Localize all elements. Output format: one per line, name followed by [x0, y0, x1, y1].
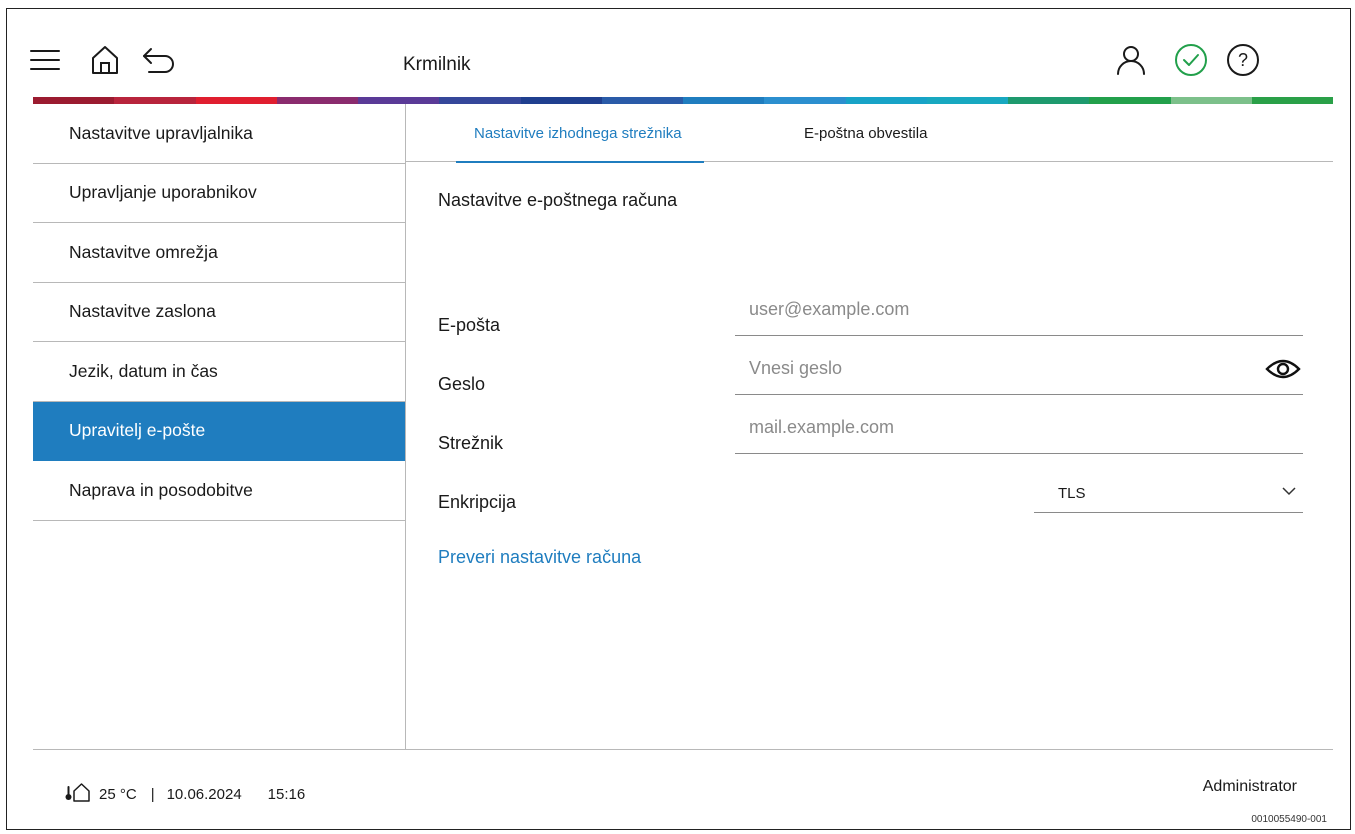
- color-segment: [845, 97, 927, 104]
- server-label: Strežnik: [438, 433, 504, 453]
- sidebar: Nastavitve upravljalnika Upravljanje upor…: [33, 104, 406, 749]
- home-icon[interactable]: [87, 42, 123, 78]
- color-segment: [358, 97, 440, 104]
- color-segment: [601, 97, 683, 104]
- user-icon[interactable]: [1113, 42, 1149, 78]
- sidebar-item[interactable]: Nastavitve omrežja: [33, 223, 405, 283]
- main-content: Nastavitve izhodnega strežnika E-poštna …: [406, 104, 1333, 749]
- sidebar-item[interactable]: Nastavitve zaslona: [33, 283, 405, 342]
- date-value: 10.06.2024: [166, 785, 242, 803]
- chevron-down-icon: [1281, 483, 1297, 499]
- app-window: Krmilnik ? Nastavitve upravljalnika Uprav…: [6, 8, 1351, 830]
- encryption-label: Enkripcija: [438, 492, 517, 512]
- svg-text:?: ?: [1238, 50, 1248, 70]
- sidebar-item[interactable]: Jezik, datum in čas: [33, 342, 405, 402]
- section-title: Nastavitve e-poštnega računa: [438, 190, 678, 210]
- color-segment: [1089, 97, 1171, 104]
- encryption-select[interactable]: TLS: [1034, 473, 1303, 513]
- server-row: Strežnik: [438, 414, 1303, 454]
- color-segment: [33, 97, 115, 104]
- status-bar: 25 °C | 10.06.2024 15:16: [65, 782, 313, 806]
- color-segment: [1251, 97, 1333, 104]
- email-label: E-pošta: [438, 315, 501, 335]
- color-segment: [276, 97, 358, 104]
- tab-outgoing-server-settings[interactable]: Nastavitve izhodnega strežnika: [456, 104, 704, 163]
- indoor-temperature-icon: [65, 782, 91, 806]
- sidebar-item[interactable]: Naprava in posodobitve: [33, 461, 405, 521]
- verify-account-link[interactable]: Preveri nastavitve računa: [438, 547, 641, 568]
- footer-separator: |: [150, 785, 155, 803]
- menu-icon[interactable]: [27, 42, 63, 78]
- sidebar-item[interactable]: Nastavitve upravljalnika: [33, 104, 405, 164]
- password-label: Geslo: [438, 374, 486, 394]
- check-circle-icon[interactable]: [1173, 42, 1209, 78]
- color-segment: [926, 97, 1008, 104]
- show-password-icon[interactable]: [1265, 357, 1301, 381]
- back-icon[interactable]: [141, 42, 177, 78]
- sidebar-item[interactable]: Upravitelj e-pošte: [33, 401, 405, 461]
- reference-number: 0010055490-001: [1251, 814, 1327, 825]
- tab-bar: Nastavitve izhodnega strežnika E-poštna …: [406, 104, 1333, 163]
- color-segment: [764, 97, 846, 104]
- password-row: Geslo: [438, 355, 1303, 395]
- temperature-value: 25 °C: [99, 785, 137, 803]
- color-segment: [520, 97, 602, 104]
- email-row: E-pošta: [438, 296, 1303, 336]
- server-field[interactable]: [735, 414, 1303, 454]
- color-segment: [114, 97, 196, 104]
- color-segment: [439, 97, 521, 104]
- color-segment: [195, 97, 277, 104]
- encryption-value: TLS: [1058, 485, 1086, 502]
- page-title: Krmilnik: [403, 54, 471, 75]
- color-segment: [683, 97, 765, 104]
- sidebar-item[interactable]: Upravljanje uporabnikov: [33, 164, 405, 223]
- help-icon[interactable]: ?: [1225, 42, 1261, 78]
- password-field[interactable]: [735, 355, 1303, 395]
- header: Krmilnik ?: [7, 9, 1350, 97]
- current-user[interactable]: Administrator: [1203, 778, 1297, 796]
- tab-email-notifications[interactable]: E-poštna obvestila: [804, 104, 927, 162]
- footer: 25 °C | 10.06.2024 15:16 Administrator 0…: [33, 749, 1333, 831]
- brand-color-bar: [33, 97, 1333, 104]
- encryption-row: Enkripcija TLS: [438, 473, 1303, 513]
- email-field[interactable]: [735, 296, 1303, 336]
- color-segment: [1008, 97, 1090, 104]
- color-segment: [1170, 97, 1252, 104]
- time-value: 15:16: [267, 785, 306, 803]
